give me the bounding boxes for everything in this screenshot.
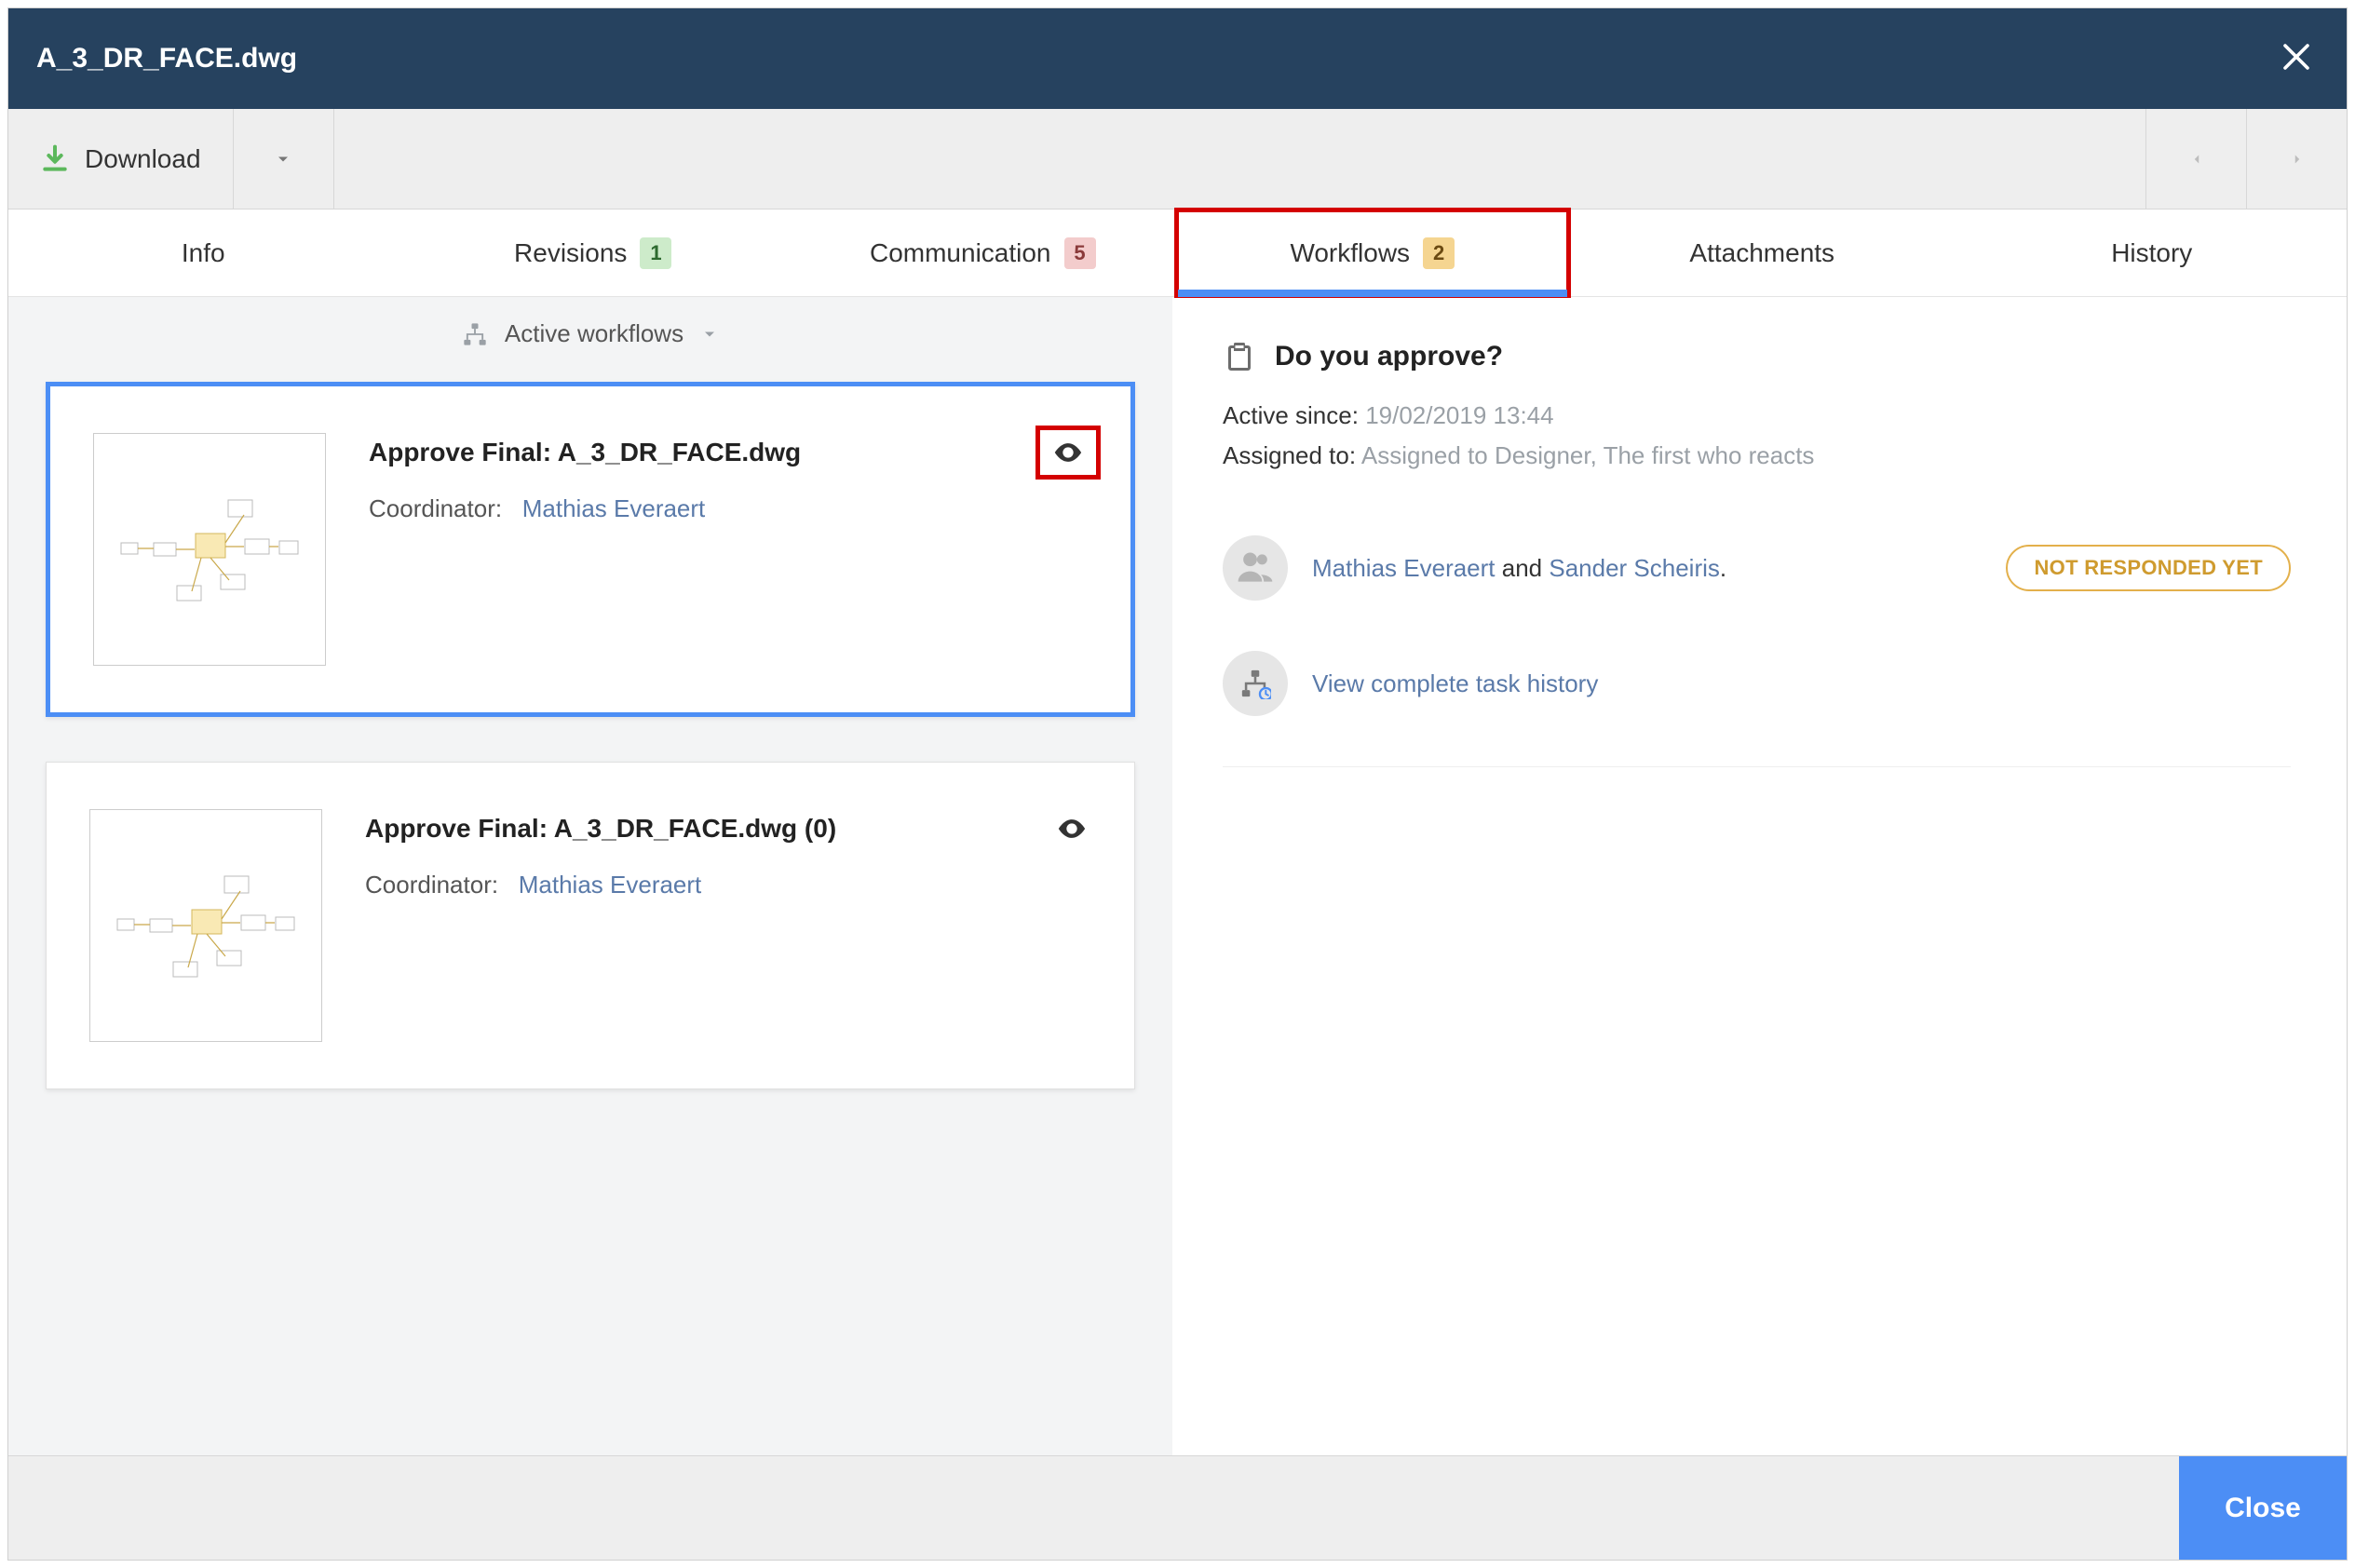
tab-revisions[interactable]: Revisions 1 [399, 210, 789, 296]
coordinator-link[interactable]: Mathias Everaert [522, 494, 706, 522]
workflow-list-pane: Active workflows [8, 297, 1172, 1455]
workflow-thumbnail [93, 433, 326, 666]
next-button[interactable] [2246, 109, 2347, 209]
file-details-modal: A_3_DR_FACE.dwg Download Info Revisions … [7, 7, 2348, 1561]
close-icon[interactable] [2280, 40, 2313, 77]
workflow-title: Approve Final: A_3_DR_FACE.dwg (0) [365, 814, 836, 844]
status-badge: NOT RESPONDED YET [2006, 545, 2291, 591]
assigned-to-label: Assigned to: [1223, 441, 1356, 469]
download-menu-button[interactable] [234, 109, 334, 209]
revisions-count-badge: 1 [640, 237, 671, 269]
tab-attachments[interactable]: Attachments [1567, 210, 1957, 296]
coordinator-label: Coordinator: [369, 494, 502, 522]
workflow-card[interactable]: Approve Final: A_3_DR_FACE.dwg Coordinat… [46, 382, 1135, 717]
workflow-card[interactable]: Approve Final: A_3_DR_FACE.dwg (0) Coord… [46, 762, 1135, 1089]
modal-header: A_3_DR_FACE.dwg [8, 8, 2347, 109]
active-since-value: 19/02/2019 13:44 [1365, 401, 1553, 429]
body: Active workflows [8, 297, 2347, 1455]
workflow-thumbnail [89, 809, 322, 1042]
avatar [1223, 535, 1288, 601]
tab-communication[interactable]: Communication 5 [788, 210, 1178, 296]
communication-count-badge: 5 [1064, 237, 1096, 269]
active-since-label: Active since: [1223, 401, 1359, 429]
workflow-filter-label: Active workflows [505, 319, 683, 348]
prev-button[interactable] [2145, 109, 2246, 209]
workflow-detail-pane: Do you approve? Active since: 19/02/2019… [1172, 297, 2347, 1455]
assignee-link[interactable]: Sander Scheiris [1549, 554, 1720, 582]
toolbar: Download [8, 109, 2347, 210]
modal-footer: Close [8, 1455, 2347, 1560]
view-task-history-link[interactable]: View complete task history [1312, 669, 1598, 698]
eye-icon[interactable] [1049, 433, 1088, 472]
chevron-down-icon [700, 325, 719, 344]
assignees-block: Mathias Everaert and Sander Scheiris. NO… [1223, 535, 2291, 601]
coordinator-link[interactable]: Mathias Everaert [519, 871, 702, 899]
download-label: Download [85, 144, 201, 174]
workflows-count-badge: 2 [1423, 237, 1455, 269]
assigned-to-value: Assigned to Designer, The first who reac… [1361, 441, 1815, 469]
eye-icon[interactable] [1052, 809, 1091, 848]
task-history-row: View complete task history [1223, 651, 2291, 767]
workflow-title: Approve Final: A_3_DR_FACE.dwg [369, 438, 801, 467]
download-button[interactable]: Download [8, 109, 234, 209]
tab-history[interactable]: History [1957, 210, 2348, 296]
history-icon [1223, 651, 1288, 716]
clipboard-icon [1223, 340, 1256, 373]
workflow-filter-dropdown[interactable]: Active workflows [46, 319, 1135, 348]
close-button[interactable]: Close [2179, 1456, 2347, 1560]
tab-bar: Info Revisions 1 Communication 5 Workflo… [8, 210, 2347, 297]
tab-info[interactable]: Info [8, 210, 399, 296]
file-title: A_3_DR_FACE.dwg [36, 43, 297, 74]
users-icon [1235, 547, 1276, 588]
task-title: Do you approve? [1223, 340, 2291, 373]
assignee-link[interactable]: Mathias Everaert [1312, 554, 1496, 582]
coordinator-label: Coordinator: [365, 871, 498, 899]
tab-workflows[interactable]: Workflows 2 [1178, 210, 1568, 296]
